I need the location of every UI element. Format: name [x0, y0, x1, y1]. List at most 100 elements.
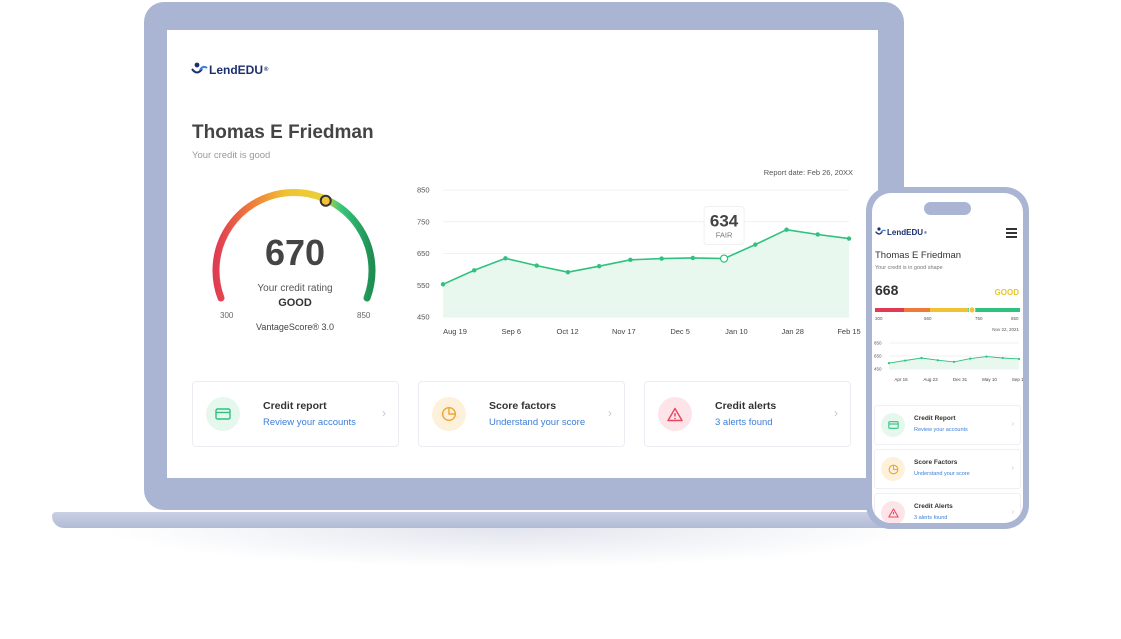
- chart-point: [440, 282, 446, 287]
- credit-score: 670: [264, 232, 326, 273]
- phone-credit-status: Your credit is in good shape: [875, 265, 943, 271]
- chart-point: [1017, 357, 1021, 361]
- chevron-right-icon: ›: [1011, 419, 1014, 428]
- card-title: Credit report: [263, 400, 327, 412]
- x-tick-label: Sep 17: [1012, 377, 1023, 382]
- card-link[interactable]: 3 alerts found: [914, 515, 947, 521]
- chart-area-fill: [443, 229, 849, 317]
- phone-brand-logo[interactable]: LendEDU ®: [875, 227, 927, 237]
- pie-chart-icon: [432, 397, 466, 431]
- chart-point: [719, 254, 729, 263]
- score-marker: [968, 306, 976, 314]
- chart-point: [784, 227, 789, 232]
- range-label: 750: [975, 316, 983, 321]
- chevron-right-icon: ›: [1011, 507, 1014, 516]
- tooltip-value: 634: [710, 212, 739, 231]
- phone-notch: [924, 202, 971, 215]
- y-tick-label: 850: [417, 186, 430, 195]
- credit-rating-caption: Your credit rating: [257, 283, 333, 294]
- card-title: Credit Alerts: [914, 503, 953, 510]
- chart-point: [985, 355, 988, 358]
- lendedu-logo-icon: [191, 62, 208, 74]
- chart-point: [534, 263, 539, 268]
- phone-credit-score: 668: [875, 282, 899, 298]
- brand-registered: ®: [264, 66, 269, 73]
- chevron-right-icon: ›: [834, 406, 838, 420]
- tooltip-label: FAIR: [716, 231, 733, 240]
- x-tick-label: Nov 17: [612, 327, 636, 336]
- card-title: Credit Report: [914, 415, 956, 422]
- credit-card-icon: [206, 397, 240, 431]
- alert-triangle-icon: [881, 501, 905, 523]
- x-tick-label: Jan 28: [781, 327, 804, 336]
- x-tick-label: Apr 15: [894, 377, 908, 382]
- range-label: 300: [875, 316, 883, 321]
- score-factors-card[interactable]: Score factors Understand your score ›: [418, 381, 625, 447]
- chevron-right-icon: ›: [382, 406, 386, 420]
- credit-report-card[interactable]: Credit report Review your accounts ›: [192, 381, 399, 447]
- credit-card-icon: [881, 413, 905, 437]
- phone-user-name: Thomas E Friedman: [875, 250, 962, 261]
- phone-credit-rating: GOOD: [994, 288, 1019, 297]
- chart-point: [920, 356, 923, 360]
- laptop-shadow: [100, 528, 920, 568]
- chart-point: [659, 256, 664, 261]
- x-tick-label: Sep 6: [501, 327, 521, 336]
- chevron-right-icon: ›: [608, 406, 612, 420]
- card-link[interactable]: Understand your score: [914, 471, 970, 477]
- x-tick-label: Aug 23: [923, 377, 938, 382]
- lendedu-logo-icon: [875, 227, 887, 235]
- chart-point: [472, 268, 477, 273]
- x-tick-label: Aug 19: [443, 327, 467, 336]
- chart-point: [1001, 356, 1004, 360]
- brand-logo-text: LendEDU: [887, 227, 923, 237]
- x-tick-label: Dec 5: [670, 327, 690, 336]
- gauge-max-label: 850: [357, 311, 371, 320]
- report-date: Report date: Feb 26, 20XX: [763, 168, 853, 177]
- credit-alerts-card[interactable]: Credit alerts 3 alerts found ›: [644, 381, 851, 447]
- y-tick-label: 750: [417, 217, 430, 226]
- phone-report-date: Nov 22, 2021: [992, 327, 1019, 332]
- phone-score-factors-card[interactable]: Score Factors Understand your score ›: [874, 449, 1021, 489]
- credit-rating: GOOD: [278, 297, 312, 309]
- phone-credit-alerts-card[interactable]: Credit Alerts 3 alerts found ›: [874, 493, 1021, 523]
- pie-chart-icon: [881, 457, 905, 481]
- user-name: Thomas E Friedman: [192, 122, 374, 143]
- chart-point: [904, 359, 907, 362]
- hamburger-menu-icon[interactable]: [1006, 228, 1017, 238]
- card-title: Score Factors: [914, 459, 958, 466]
- x-tick-label: Jan 10: [725, 327, 748, 336]
- y-tick-label: 850: [874, 341, 882, 346]
- chart-point: [753, 242, 758, 247]
- chevron-right-icon: ›: [1011, 463, 1014, 472]
- y-tick-label: 650: [417, 249, 430, 258]
- card-link[interactable]: 3 alerts found: [715, 417, 773, 428]
- chart-point: [565, 270, 571, 275]
- card-link[interactable]: Understand your score: [489, 417, 585, 428]
- chart-point: [887, 362, 891, 365]
- laptop-base: [52, 512, 962, 528]
- y-tick-label: 650: [874, 354, 882, 359]
- score-model: VantageScore® 3.0: [255, 322, 335, 332]
- phone-screen: LendEDU ® Thomas E Friedman Your credit i…: [872, 193, 1023, 523]
- y-tick-label: 550: [417, 281, 430, 290]
- brand-logo[interactable]: LendEDU ®: [191, 62, 268, 77]
- gauge-marker: [319, 194, 332, 207]
- chart-point: [503, 256, 508, 261]
- chart-point: [846, 236, 852, 241]
- chart-point: [815, 232, 820, 237]
- card-title: Credit alerts: [715, 400, 777, 412]
- score-history-chart: 850 750 650 550 450 Aug 19 Sep 6 Oct 12 Nov 17 De…: [417, 186, 861, 336]
- range-label: 560: [924, 316, 932, 321]
- card-title: Score factors: [489, 400, 557, 412]
- laptop-screen: LendEDU ® Thomas E Friedman Your credit i…: [167, 30, 878, 478]
- credit-status: Your credit is good: [192, 150, 271, 161]
- x-tick-label: Oct 12: [557, 327, 579, 336]
- chart-point: [628, 257, 633, 263]
- phone-credit-report-card[interactable]: Credit Report Review your accounts ›: [874, 405, 1021, 445]
- card-link[interactable]: Review your accounts: [914, 427, 968, 433]
- brand-registered: ®: [924, 229, 927, 235]
- card-link[interactable]: Review your accounts: [263, 417, 356, 428]
- x-tick-label: Dec 31: [953, 377, 968, 382]
- y-tick-label: 450: [417, 313, 430, 322]
